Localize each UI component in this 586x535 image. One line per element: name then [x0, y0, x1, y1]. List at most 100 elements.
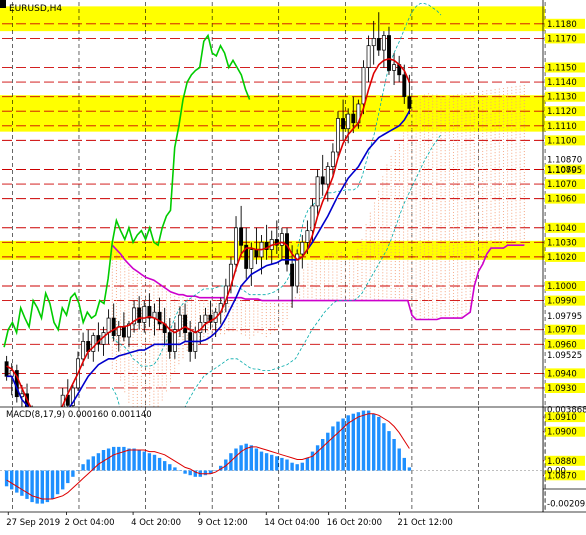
ichimoku-cloud-dot: [303, 293, 305, 295]
ichimoku-cloud-dot: [115, 288, 117, 290]
ichimoku-cloud-dot: [403, 201, 405, 203]
ichimoku-cloud-dot: [357, 249, 359, 251]
ichimoku-cloud-dot: [457, 121, 459, 123]
ichimoku-cloud-dot: [265, 309, 267, 311]
ichimoku-cloud-dot: [319, 265, 321, 267]
ichimoku-cloud-dot: [149, 386, 151, 388]
ichimoku-cloud-dot: [403, 228, 405, 230]
ichimoku-cloud-dot: [482, 129, 484, 131]
ichimoku-cloud-dot: [444, 306, 446, 308]
ichimoku-cloud-dot: [444, 270, 446, 272]
ichimoku-cloud-dot: [502, 228, 505, 231]
ichimoku-cloud-dot: [319, 271, 321, 273]
ichimoku-cloud-dot: [145, 363, 147, 365]
ichimoku-cloud-dot: [190, 298, 192, 300]
ichimoku-cloud-dot: [440, 300, 442, 302]
ichimoku-cloud-dot: [432, 115, 434, 117]
ichimoku-cloud-dot: [369, 257, 371, 259]
ichimoku-cloud-dot: [348, 262, 351, 264]
ichimoku-cloud-dot: [203, 336, 205, 338]
ichimoku-cloud-dot: [190, 307, 192, 309]
ichimoku-cloud-dot: [477, 223, 480, 225]
ichimoku-cloud-dot: [440, 204, 442, 206]
ichimoku-cloud-dot: [465, 285, 467, 287]
ichimoku-cloud-dot: [482, 123, 484, 125]
ichimoku-cloud-dot: [465, 297, 467, 299]
ichimoku-cloud-dot: [440, 141, 442, 143]
ichimoku-cloud-dot: [394, 294, 396, 296]
ichimoku-cloud-dot: [336, 292, 338, 294]
ichimoku-cloud-dot: [336, 295, 338, 297]
ichimoku-cloud-dot: [140, 375, 142, 377]
ichimoku-cloud-dot: [428, 186, 430, 188]
macd-histogram-bar: [117, 446, 121, 471]
ichimoku-cloud-dot: [315, 259, 317, 261]
ichimoku-cloud-dot: [502, 138, 505, 141]
ichimoku-cloud-dot: [328, 253, 330, 255]
ichimoku-cloud-dot: [511, 212, 513, 214]
ichimoku-cloud-dot: [394, 153, 396, 155]
ichimoku-cloud-dot: [157, 345, 159, 347]
ichimoku-cloud-dot: [169, 306, 172, 308]
ichimoku-cloud-dot: [311, 281, 313, 283]
ichimoku-cloud-dot: [498, 106, 500, 108]
ichimoku-cloud-dot: [407, 287, 409, 289]
ichimoku-cloud-dot: [378, 217, 380, 219]
macd-histogram-bar: [168, 464, 172, 471]
ichimoku-cloud-dot: [502, 156, 505, 159]
ichimoku-cloud-dot: [523, 178, 525, 180]
ichimoku-cloud-dot: [115, 324, 117, 326]
ichimoku-cloud-dot: [457, 259, 459, 261]
ichimoku-cloud-dot: [423, 292, 425, 294]
ichimoku-cloud-dot: [440, 126, 442, 128]
ichimoku-cloud-dot: [515, 110, 517, 112]
ichimoku-cloud-dot: [419, 231, 421, 233]
ichimoku-cloud-dot: [403, 243, 405, 245]
ichimoku-cloud-dot: [398, 207, 400, 209]
ichimoku-cloud-dot: [523, 181, 525, 183]
ichimoku-cloud-dot: [515, 197, 517, 199]
ichimoku-cloud-dot: [428, 138, 430, 140]
ichimoku-cloud-dot: [436, 184, 438, 186]
ichimoku-cloud-dot: [436, 181, 438, 183]
ichimoku-cloud-dot: [502, 216, 505, 219]
ichimoku-cloud-dot: [498, 172, 500, 174]
ichimoku-cloud-dot: [469, 269, 471, 271]
ichimoku-cloud-dot: [507, 93, 509, 95]
macd-histogram-bar: [321, 439, 325, 471]
ichimoku-cloud-dot: [165, 321, 167, 323]
ichimoku-cloud-dot: [482, 240, 484, 242]
ichimoku-cloud-dot: [398, 228, 400, 230]
ichimoku-cloud-dot: [407, 161, 409, 163]
ichimoku-cloud-dot: [153, 282, 155, 284]
ichimoku-cloud-dot: [153, 360, 155, 362]
ichimoku-cloud-dot: [428, 108, 430, 110]
ichimoku-cloud-dot: [432, 211, 434, 213]
ichimoku-cloud-dot: [511, 95, 513, 97]
ichimoku-cloud-dot: [440, 108, 442, 110]
ichimoku-cloud-dot: [465, 276, 467, 278]
ichimoku-cloud-dot: [473, 107, 475, 109]
ichimoku-cloud-dot: [461, 309, 463, 311]
ichimoku-cloud-dot: [265, 306, 267, 308]
macd-histogram-bar: [392, 439, 396, 471]
candle-body: [381, 35, 386, 51]
ichimoku-cloud-dot: [394, 246, 396, 248]
ichimoku-cloud-dot: [236, 315, 238, 317]
ichimoku-cloud-dot: [411, 308, 413, 310]
ichimoku-cloud-dot: [440, 186, 442, 188]
ichimoku-cloud-dot: [486, 237, 488, 239]
ichimoku-cloud-dot: [157, 354, 159, 356]
ichimoku-cloud-dot: [490, 242, 492, 244]
ichimoku-cloud-dot: [473, 206, 475, 208]
ichimoku-cloud-dot: [428, 249, 430, 251]
ichimoku-cloud-dot: [448, 164, 450, 166]
ichimoku-cloud-dot: [373, 283, 376, 285]
ichimoku-cloud-dot: [440, 150, 442, 152]
ichimoku-cloud-dot: [432, 295, 434, 297]
ichimoku-cloud-dot: [332, 268, 334, 270]
ichimoku-cloud-dot: [369, 254, 371, 256]
ichimoku-cloud-dot: [465, 240, 467, 242]
ichimoku-cloud-dot: [423, 229, 425, 231]
ichimoku-cloud-dot: [457, 118, 459, 120]
